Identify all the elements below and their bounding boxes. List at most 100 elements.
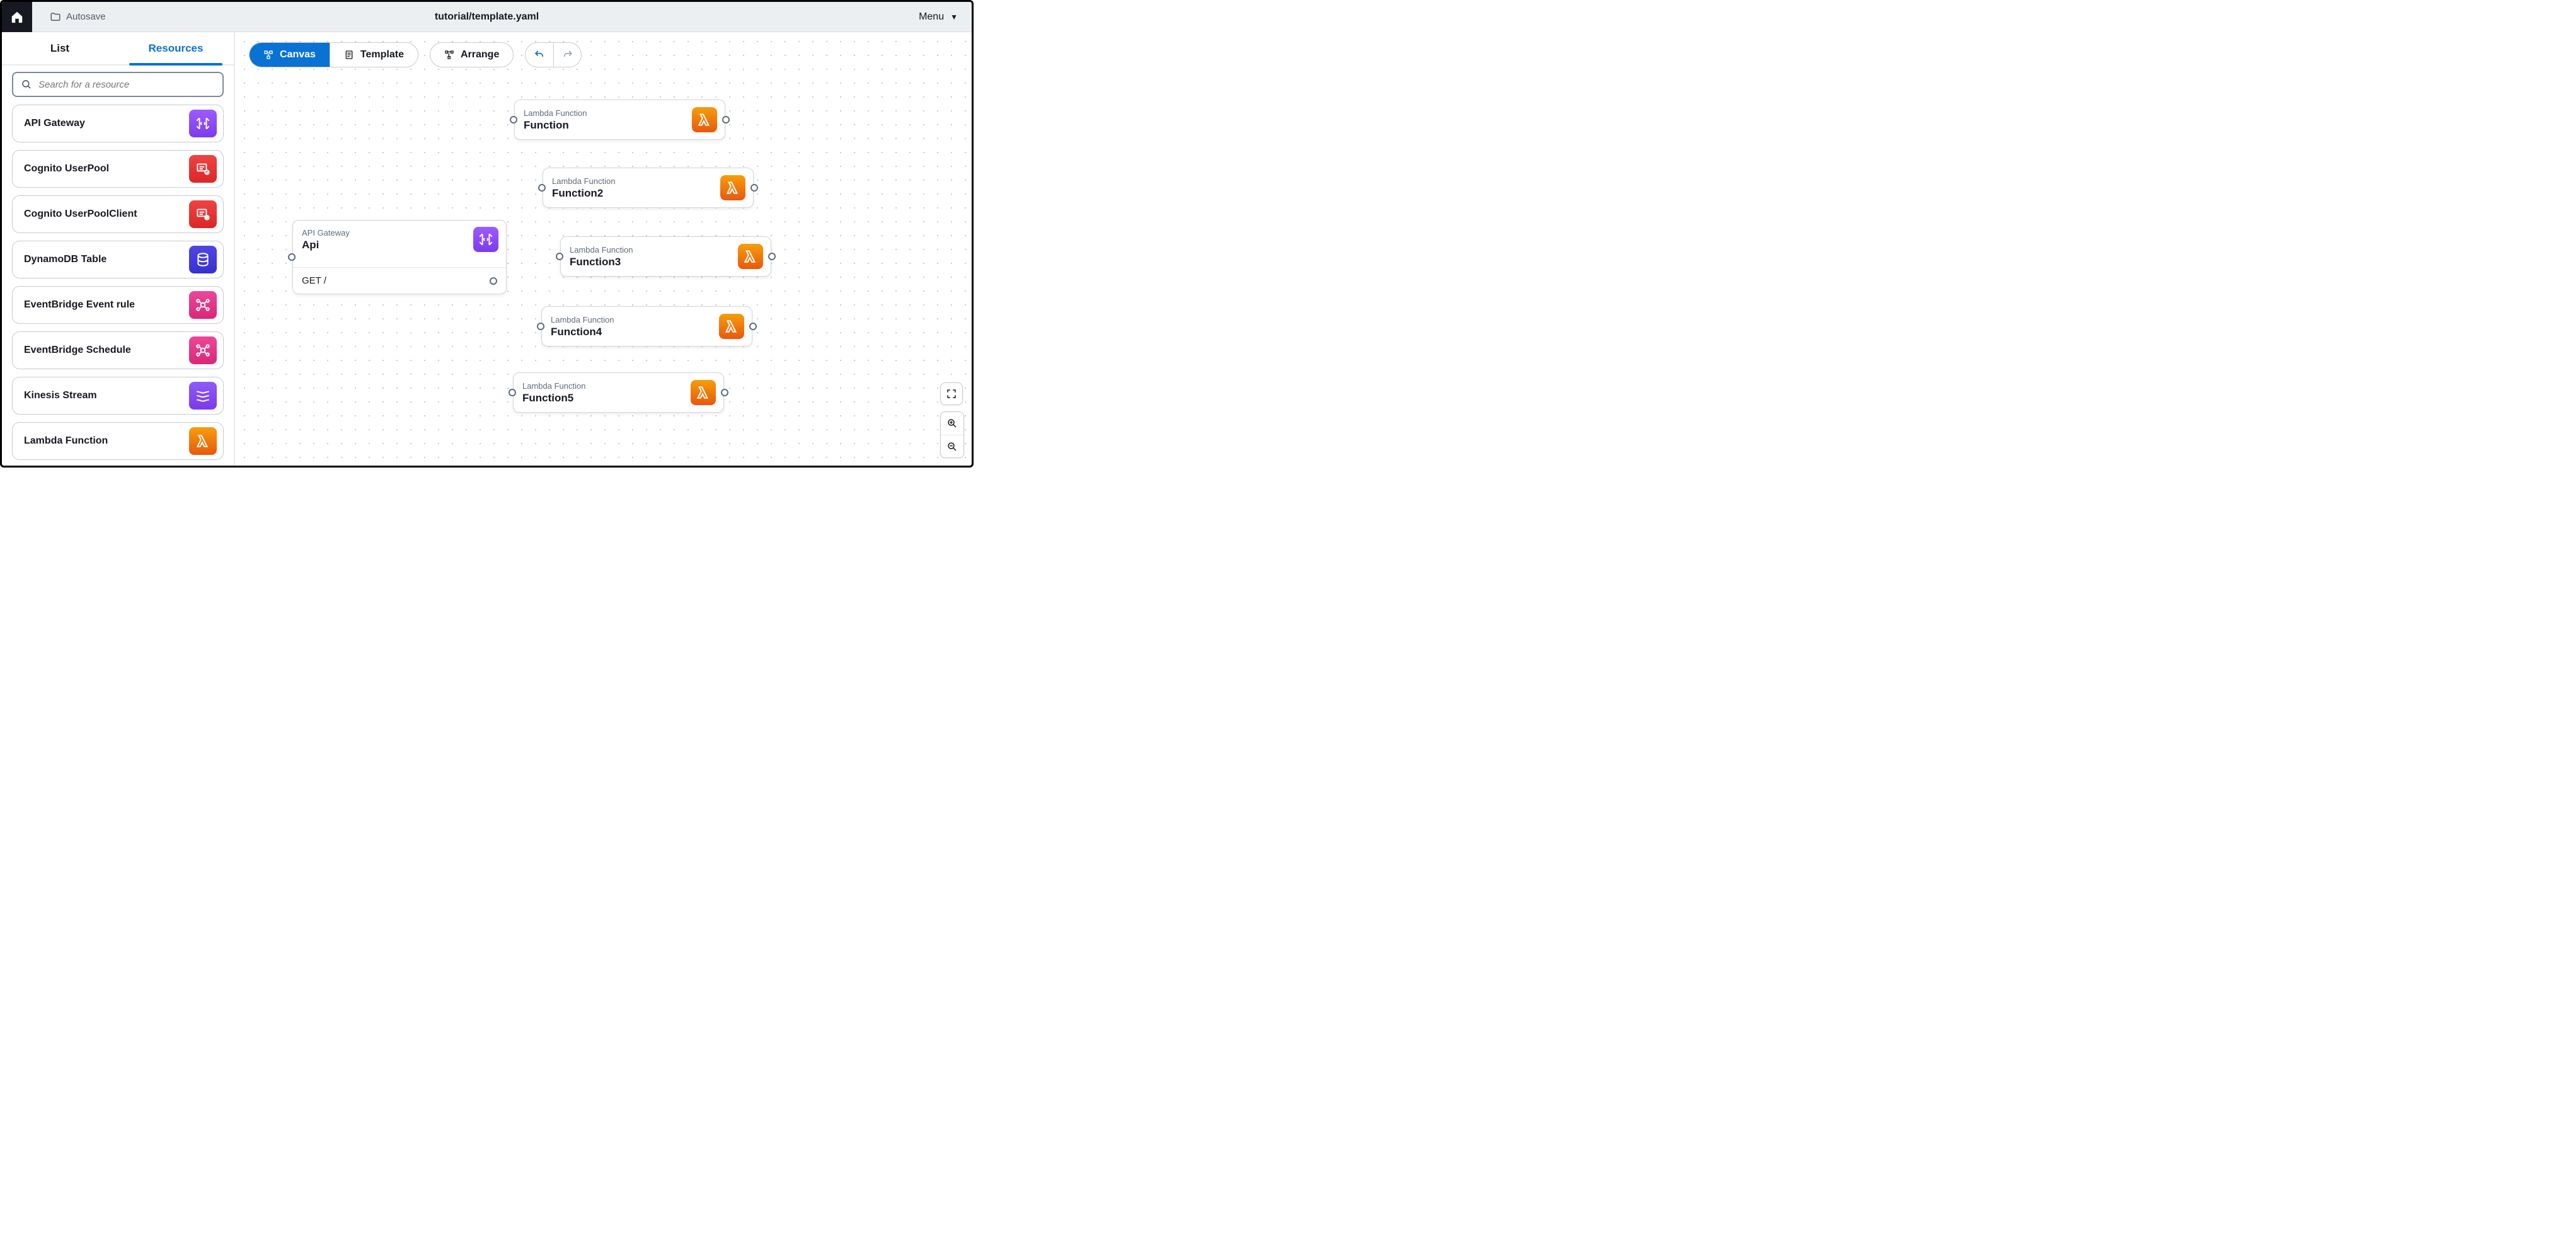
node-handle-right[interactable]	[750, 184, 758, 192]
node-function[interactable]: Lambda Function Function	[514, 100, 725, 140]
resource-eventbridge-rule[interactable]: EventBridge Event rule	[12, 286, 224, 324]
search-box[interactable]	[12, 72, 224, 97]
node-name: Function5	[522, 392, 585, 405]
node-type: Lambda Function	[522, 381, 585, 391]
dynamodb-icon	[189, 246, 217, 273]
node-name: Function3	[570, 256, 633, 268]
node-handle-left[interactable]	[288, 253, 296, 261]
arrange-label: Arrange	[461, 49, 499, 60]
canvas-toolbar: Canvas Template Arrange	[249, 42, 582, 67]
node-type: Lambda Function	[551, 315, 614, 324]
arrange-icon	[444, 50, 454, 60]
node-handle-left[interactable]	[537, 323, 544, 330]
search-wrap	[2, 66, 234, 100]
node-name: Function4	[551, 326, 614, 338]
node-handle-right[interactable]	[749, 323, 757, 330]
zoom-out-button[interactable]	[941, 435, 963, 457]
node-type: API Gateway	[302, 228, 350, 238]
node-function4[interactable]: Lambda Function Function4	[541, 306, 752, 347]
node-type: Lambda Function	[570, 245, 633, 255]
node-function2[interactable]: Lambda Function Function2	[543, 168, 754, 208]
node-handle-right[interactable]	[721, 389, 728, 396]
undo-redo	[525, 42, 582, 67]
resource-api-gateway[interactable]: API Gateway	[12, 105, 224, 142]
canvas-view-button[interactable]: Canvas	[250, 43, 330, 67]
node-function5[interactable]: Lambda Function Function5	[513, 372, 724, 413]
home-button[interactable]	[2, 2, 32, 32]
app-frame: Autosave tutorial/template.yaml Menu ▼ L…	[0, 0, 974, 468]
sidebar-tabs: List Resources	[2, 32, 234, 66]
node-name: Function2	[552, 187, 615, 200]
folder-icon	[50, 11, 61, 23]
undo-button[interactable]	[526, 43, 553, 67]
search-input[interactable]	[38, 79, 215, 90]
autosave-indicator: Autosave	[50, 11, 106, 23]
undo-icon	[534, 49, 545, 60]
canvas-label: Canvas	[280, 49, 316, 60]
api-gateway-icon	[189, 110, 217, 137]
cognito-icon	[189, 155, 217, 183]
lambda-icon	[692, 107, 717, 132]
fit-view-icon	[946, 388, 957, 399]
node-handle-left[interactable]	[556, 253, 563, 260]
api-route-row[interactable]: GET /	[293, 267, 506, 294]
menu-label: Menu	[919, 11, 944, 23]
main: List Resources API Gateway Cognito UserP	[2, 32, 972, 466]
menu-button[interactable]: Menu ▼	[919, 11, 958, 23]
route-handle[interactable]	[490, 277, 497, 285]
caret-down-icon: ▼	[950, 13, 958, 21]
lambda-icon	[719, 314, 744, 339]
resource-label: Kinesis Stream	[24, 390, 97, 401]
resource-label: EventBridge Schedule	[24, 345, 131, 356]
autosave-label: Autosave	[66, 11, 106, 22]
tab-list[interactable]: List	[2, 32, 118, 64]
node-name: Function	[524, 119, 587, 132]
node-handle-left[interactable]	[509, 389, 516, 396]
eventbridge-icon	[189, 291, 217, 319]
resource-label: Cognito UserPoolClient	[24, 209, 137, 220]
lambda-icon	[189, 427, 217, 455]
search-icon	[21, 79, 32, 90]
eventbridge-schedule-icon	[189, 336, 217, 364]
node-handle-left[interactable]	[538, 184, 546, 192]
zoom-in-button[interactable]	[941, 412, 963, 435]
fit-view-button[interactable]	[940, 382, 963, 405]
node-handle-right[interactable]	[768, 253, 776, 260]
node-name: Api	[302, 239, 350, 251]
redo-icon	[562, 49, 573, 60]
resource-label: Lambda Function	[24, 435, 108, 447]
sidebar: List Resources API Gateway Cognito UserP	[2, 32, 235, 466]
home-icon	[10, 10, 24, 24]
topbar: Autosave tutorial/template.yaml Menu ▼	[2, 2, 972, 32]
template-label: Template	[360, 49, 404, 60]
lambda-icon	[738, 244, 763, 269]
kinesis-icon	[189, 382, 217, 410]
node-type: Lambda Function	[552, 176, 615, 186]
node-handle-left[interactable]	[510, 116, 517, 123]
node-function3[interactable]: Lambda Function Function3	[560, 236, 771, 277]
api-route-label: GET /	[302, 275, 326, 286]
redo-button[interactable]	[553, 43, 581, 67]
canvas-area[interactable]: Canvas Template Arrange	[235, 32, 972, 466]
resource-dynamodb-table[interactable]: DynamoDB Table	[12, 241, 224, 278]
cognito-client-icon	[189, 200, 217, 228]
template-view-button[interactable]: Template	[330, 43, 418, 67]
arrange-button[interactable]: Arrange	[430, 42, 514, 67]
resource-eventbridge-schedule[interactable]: EventBridge Schedule	[12, 331, 224, 369]
zoom-in-icon	[946, 418, 958, 429]
zoom-controls	[940, 382, 964, 458]
resource-cognito-userpool[interactable]: Cognito UserPool	[12, 150, 224, 188]
resource-label: EventBridge Event rule	[24, 299, 135, 311]
resource-lambda-function[interactable]: Lambda Function	[12, 422, 224, 460]
lambda-icon	[691, 380, 716, 405]
api-gateway-icon	[473, 227, 498, 252]
node-api-gateway[interactable]: API Gateway Api GET /	[292, 220, 507, 294]
node-type: Lambda Function	[524, 108, 587, 118]
resource-cognito-userpoolclient[interactable]: Cognito UserPoolClient	[12, 195, 224, 233]
node-handle-right[interactable]	[722, 116, 730, 123]
tab-resources[interactable]: Resources	[118, 32, 234, 64]
template-icon	[344, 50, 354, 60]
resource-kinesis-stream[interactable]: Kinesis Stream	[12, 377, 224, 415]
lambda-icon	[720, 175, 745, 200]
page-title: tutorial/template.yaml	[2, 11, 972, 23]
